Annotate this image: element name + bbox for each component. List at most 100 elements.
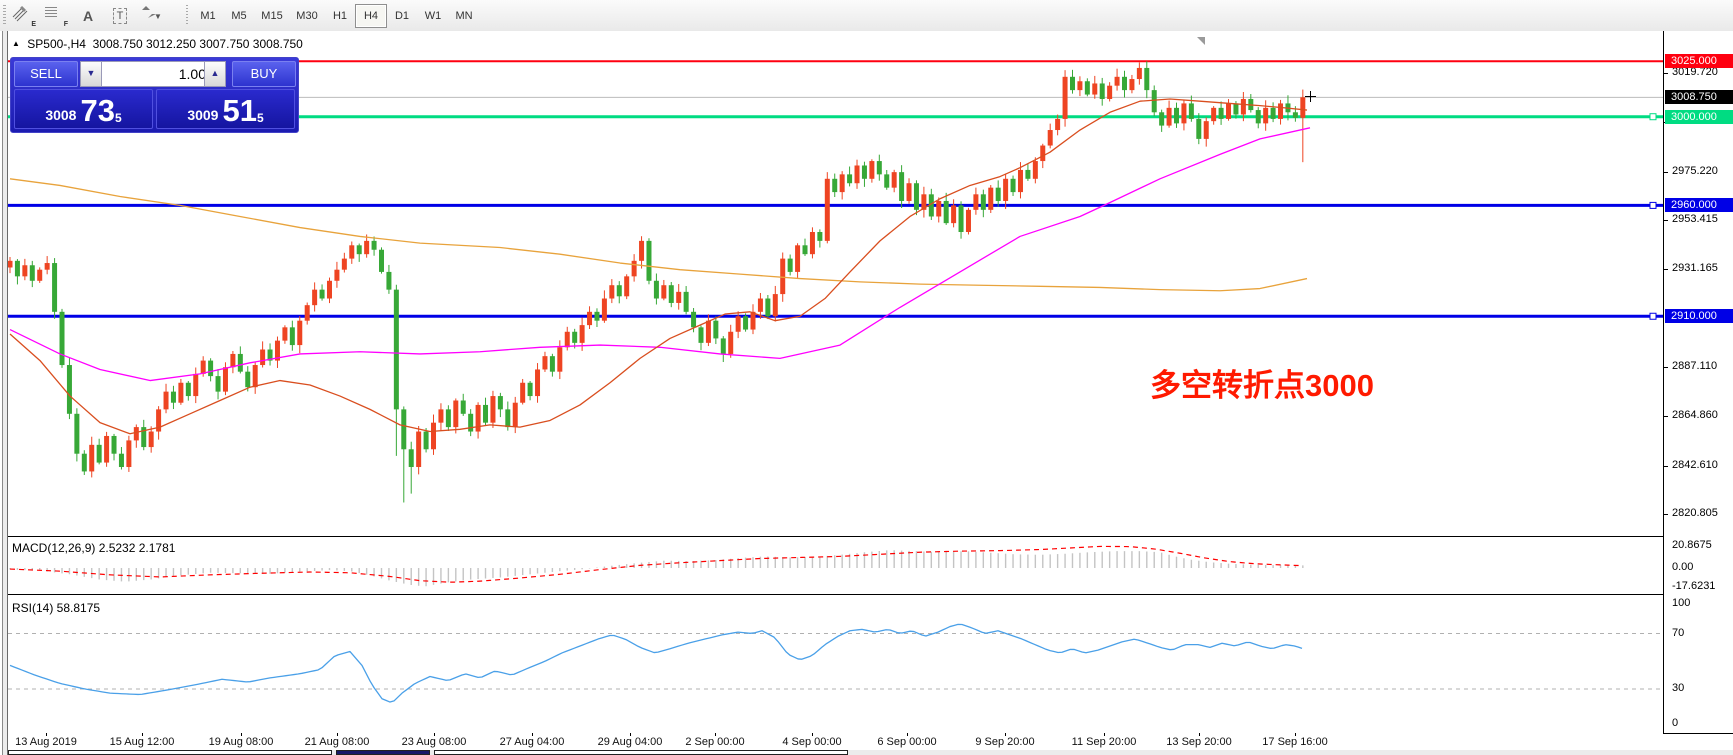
collapse-arrow-icon[interactable]: ▲ xyxy=(12,39,20,48)
macd-label: MACD(12,26,9) 2.5232 2.1781 xyxy=(12,541,175,555)
arrows-dropdown-icon[interactable]: ▼ xyxy=(140,3,176,29)
timeframe-button-H1[interactable]: H1 xyxy=(324,4,356,28)
sell-button[interactable]: SELL xyxy=(14,61,78,87)
candle-body xyxy=(22,265,27,276)
candle-body xyxy=(959,205,964,232)
candle-body xyxy=(751,312,756,330)
candle-body xyxy=(1122,77,1127,90)
timeframe-button-M1[interactable]: M1 xyxy=(192,4,224,28)
candle-body xyxy=(342,259,347,270)
candle-body xyxy=(1241,99,1246,115)
candle-body xyxy=(884,174,889,187)
sell-price-quote[interactable]: 3008 73 5 xyxy=(14,89,153,129)
ma-mid-magenta xyxy=(10,128,1310,381)
buy-button[interactable]: BUY xyxy=(232,61,296,87)
candle-body xyxy=(193,374,198,396)
candle-body xyxy=(290,327,295,345)
price-tick-label: 2931.165 xyxy=(1672,262,1718,274)
candle-body xyxy=(988,188,993,210)
candle-body xyxy=(1189,103,1194,119)
rsi-line xyxy=(10,624,1302,702)
date-axis[interactable]: 13 Aug 201915 Aug 12:0019 Aug 08:0021 Au… xyxy=(0,733,1663,750)
rsi-axis-label: 30 xyxy=(1672,682,1684,694)
price-tick-label: 2953.415 xyxy=(1672,213,1718,225)
candle-body xyxy=(951,205,956,223)
volume-decrease-button[interactable]: ▼ xyxy=(80,61,102,87)
date-label: 4 Sep 00:00 xyxy=(782,736,841,748)
mt4-window: E F A T ▼ M1M5M15M30H1H4D1W1MN xyxy=(0,0,1733,755)
timeframe-button-M5[interactable]: M5 xyxy=(223,4,255,28)
macd-indicator[interactable] xyxy=(0,537,1663,594)
line-handle[interactable] xyxy=(1650,202,1656,208)
timeframe-button-H4[interactable]: H4 xyxy=(355,4,387,28)
candle-body xyxy=(505,409,510,427)
clipped-box xyxy=(434,750,848,755)
price-line-badge: 2910.000 xyxy=(1665,309,1733,323)
rsi-axis-label: 0 xyxy=(1672,717,1678,729)
macd-pane[interactable]: MACD(12,26,9) 2.5232 2.1781 xyxy=(0,537,1663,594)
candle-body xyxy=(461,400,466,413)
candle-body xyxy=(810,232,815,254)
toolbar-separator xyxy=(186,5,188,26)
crosshair-draw-icon[interactable]: E xyxy=(10,3,38,29)
candle-body xyxy=(1070,77,1075,90)
candle-body xyxy=(914,183,919,210)
text-box-icon[interactable]: T xyxy=(106,3,134,29)
rsi-pane[interactable]: RSI(14) 58.8175 xyxy=(0,597,1663,731)
candle-body xyxy=(535,369,540,396)
candle-body xyxy=(520,383,525,403)
candle-body xyxy=(1263,108,1268,124)
price-axis[interactable]: 3019.7202997.4702975.2202953.4152931.165… xyxy=(1663,31,1733,733)
timeframe-button-W1[interactable]: W1 xyxy=(417,4,449,28)
buy-price-quote[interactable]: 3009 51 5 xyxy=(156,89,295,129)
candle-body xyxy=(892,172,897,188)
candle-body xyxy=(1181,103,1186,123)
timeframe-button-MN[interactable]: MN xyxy=(448,4,480,28)
candle-body xyxy=(1144,68,1149,90)
candle-body xyxy=(37,270,42,281)
timeframe-button-M15[interactable]: M15 xyxy=(254,4,290,28)
timeframe-button-D1[interactable]: D1 xyxy=(386,4,418,28)
text-label-icon[interactable]: A xyxy=(74,3,102,29)
timeframe-button-M30[interactable]: M30 xyxy=(289,4,325,28)
candle-body xyxy=(1196,119,1201,139)
candle-body xyxy=(587,312,592,325)
price-tick-label: 2864.860 xyxy=(1672,409,1718,421)
candle-body xyxy=(550,356,555,372)
candle-body xyxy=(580,325,585,343)
candle-body xyxy=(394,290,399,410)
candle-body xyxy=(966,210,971,232)
candle-body xyxy=(1063,77,1068,119)
candle-body xyxy=(669,285,674,303)
candle-body xyxy=(372,241,377,250)
line-handle[interactable] xyxy=(1650,114,1656,120)
candle-body xyxy=(446,409,451,427)
candle-body xyxy=(238,354,243,372)
candle-body xyxy=(74,414,79,454)
volume-input[interactable] xyxy=(101,61,213,87)
volume-increase-button[interactable]: ▲ xyxy=(204,61,226,87)
rsi-indicator[interactable] xyxy=(0,597,1663,731)
line-handle[interactable] xyxy=(1650,313,1656,319)
date-label: 9 Sep 20:00 xyxy=(975,736,1034,748)
clipped-box xyxy=(8,750,332,755)
candle-body xyxy=(349,245,354,258)
candle-body xyxy=(401,409,406,449)
candle-body xyxy=(639,241,644,261)
candle-body xyxy=(119,454,124,467)
candle-body xyxy=(788,259,793,272)
macd-axis-label: 0.00 xyxy=(1672,561,1693,573)
price-tick-label: 2975.220 xyxy=(1672,165,1718,177)
candle-body xyxy=(632,261,637,277)
candle-body xyxy=(1204,121,1209,139)
candle-body xyxy=(45,263,50,270)
candle-body xyxy=(654,281,659,299)
grid-properties-icon[interactable]: F xyxy=(42,3,70,29)
candle-body xyxy=(468,414,473,432)
candle-body xyxy=(327,281,332,299)
chart-shift-marker-icon[interactable] xyxy=(1197,37,1205,45)
candle-body xyxy=(1167,108,1172,126)
toolbar-drag-handle[interactable] xyxy=(3,5,6,26)
chinese-annotation-text: 多空转折点3000 xyxy=(1150,360,1374,405)
candle-body xyxy=(1271,108,1276,119)
